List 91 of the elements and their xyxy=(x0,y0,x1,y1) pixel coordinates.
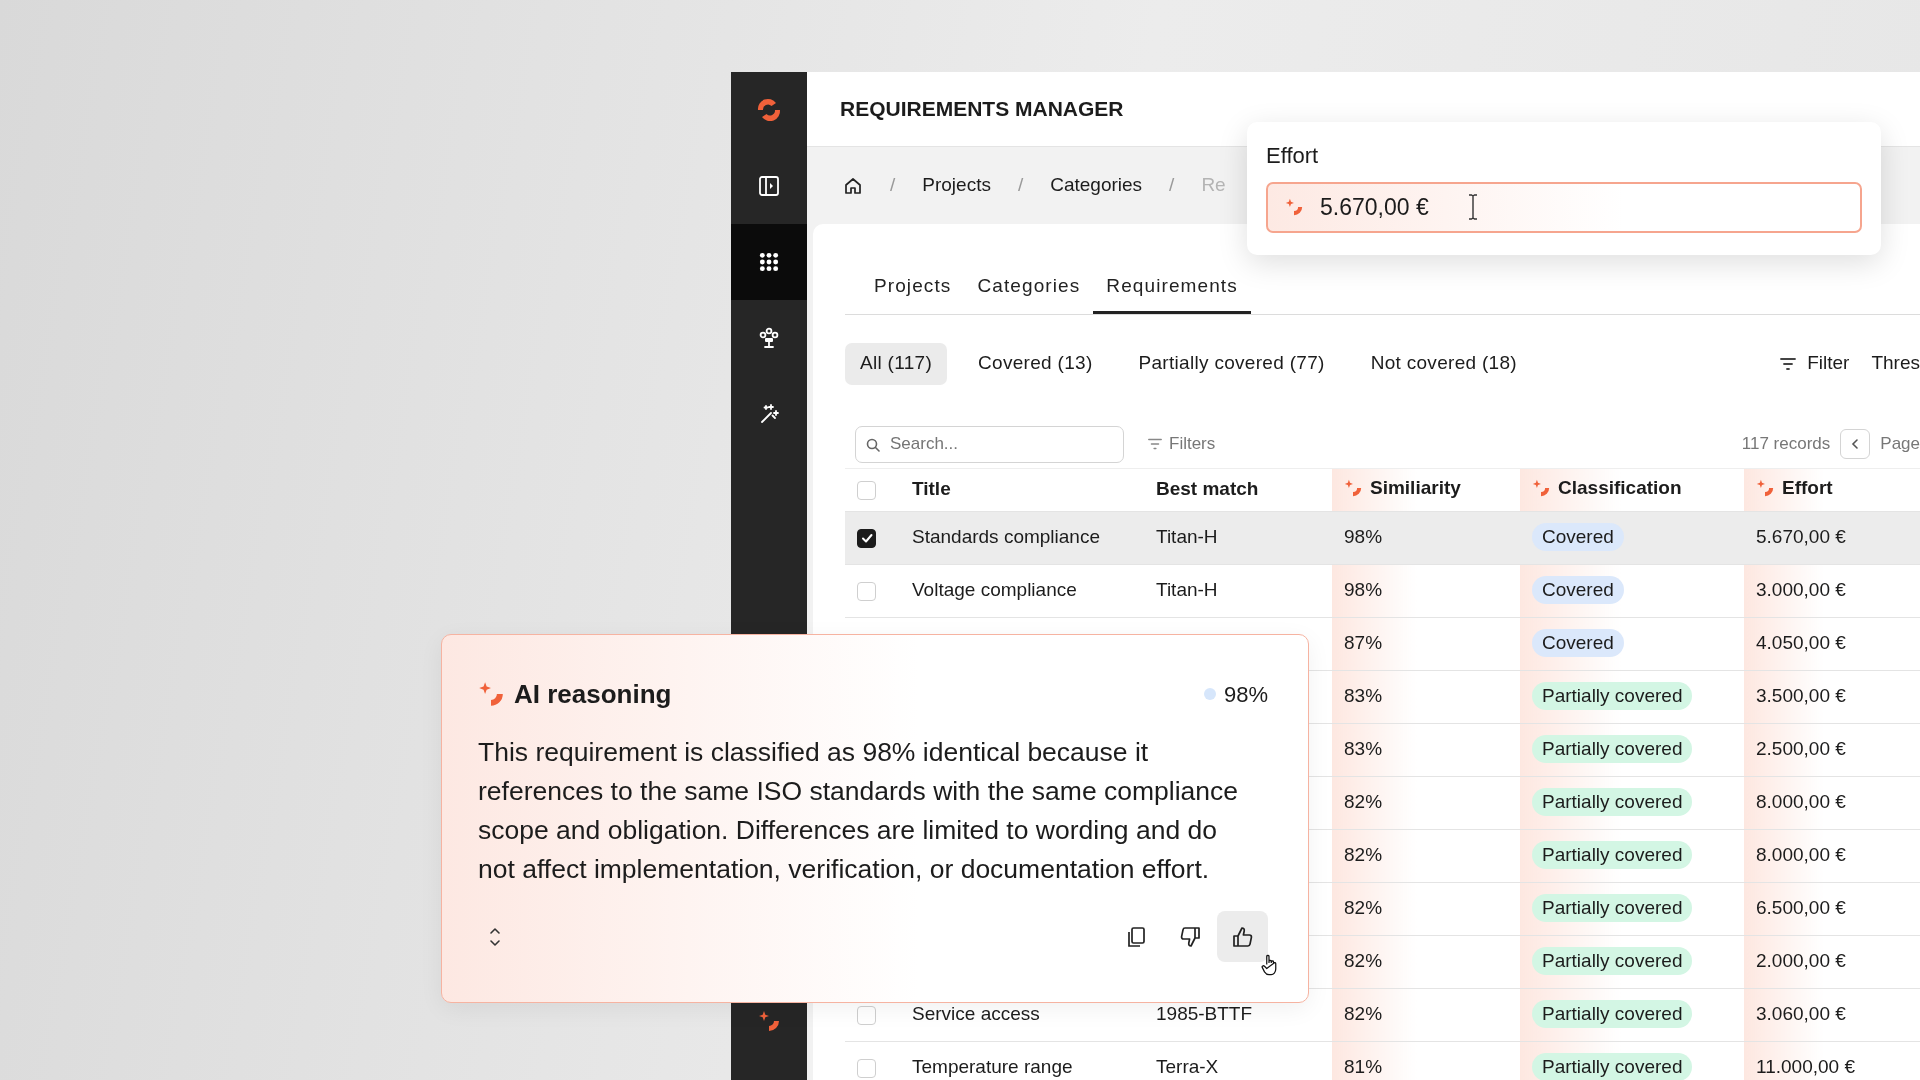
table-cell: 5.670,00 € xyxy=(1756,526,1846,548)
table-cell: 11.000,00 € xyxy=(1756,1056,1855,1078)
breadcrumb-link[interactable]: Categories xyxy=(1050,171,1143,200)
column-header: Similiarity xyxy=(1370,475,1461,500)
status-tag: Partially covered xyxy=(1532,841,1693,870)
filter-pill[interactable]: All (117) xyxy=(845,342,948,385)
checkbox[interactable] xyxy=(857,528,876,548)
table-cell: Service access xyxy=(912,1003,1040,1025)
sidebar-item[interactable] xyxy=(731,224,807,300)
filters-button[interactable]: Filters xyxy=(1141,430,1222,458)
table-cell: 3.500,00 € xyxy=(1756,685,1846,707)
score-value: 98% xyxy=(1223,680,1268,709)
table-cell: 81% xyxy=(1344,1056,1383,1078)
hand-cursor-icon xyxy=(1260,952,1278,976)
table-cell: 8.000,00 € xyxy=(1756,844,1846,866)
filter-pill[interactable]: Partially covered (77) xyxy=(1123,342,1340,385)
network-icon xyxy=(758,327,780,349)
table-cell: Titan-H xyxy=(1156,579,1218,601)
status-tag: Partially covered xyxy=(1532,788,1693,817)
sparkle-icon xyxy=(1285,198,1303,216)
card-title: AI reasoning xyxy=(514,677,672,711)
status-tag: Partially covered xyxy=(1532,682,1693,711)
table-cell: 87% xyxy=(1344,632,1383,654)
breadcrumb-separator: / xyxy=(1017,173,1024,198)
text-cursor-icon xyxy=(1466,194,1480,220)
table-cell: 98% xyxy=(1344,526,1383,548)
panel-icon xyxy=(758,175,780,197)
tab[interactable]: Categories xyxy=(964,264,1094,314)
thumbs-up-icon xyxy=(1230,924,1255,949)
table-cell: 2.500,00 € xyxy=(1756,738,1846,760)
table-cell: 4.050,00 € xyxy=(1756,632,1846,654)
table-cell: 83% xyxy=(1344,685,1383,707)
table-cell: Voltage compliance xyxy=(912,579,1077,601)
sparkle-icon xyxy=(758,1010,780,1032)
reasoning-text: This requirement is classified as 98% identical because it references to the same ISO standards with the same compliance scope and obligation. Differences are limited to wording and do not affect implementation, verification, or documentation effort. xyxy=(478,736,1240,886)
tab[interactable]: Requirements xyxy=(1093,264,1251,314)
search-field[interactable]: Search... xyxy=(855,425,1124,463)
table-cell: Standards compliance xyxy=(912,526,1100,548)
table-cell: Titan-H xyxy=(1156,526,1218,548)
table-cell: 82% xyxy=(1344,897,1383,919)
status-tag: Covered xyxy=(1532,576,1624,605)
threshold-button[interactable]: Thres xyxy=(1871,349,1920,378)
field-label: Effort xyxy=(1266,142,1320,170)
status-tag: Partially covered xyxy=(1532,894,1693,923)
search-icon xyxy=(866,437,880,452)
table-cell: 83% xyxy=(1344,738,1383,760)
breadcrumb-separator: / xyxy=(890,173,896,198)
tab[interactable]: Projects xyxy=(861,264,965,314)
table-cell: 2.000,00 € xyxy=(1756,950,1846,972)
table-cell: 8.000,00 € xyxy=(1756,791,1846,813)
status-tag: Partially covered xyxy=(1532,1000,1693,1029)
table-cell: Temperature range xyxy=(912,1056,1073,1078)
home-link[interactable] xyxy=(843,175,863,196)
column-header: Best match xyxy=(1156,477,1259,502)
table-cell: 6.500,00 € xyxy=(1756,897,1846,919)
chevrons-icon xyxy=(488,926,502,947)
table-cell: 82% xyxy=(1344,844,1383,866)
column-header: Effort xyxy=(1782,475,1833,500)
page-label: Page xyxy=(1880,433,1920,456)
filter-icon xyxy=(1147,436,1163,452)
table-cell: 82% xyxy=(1344,1003,1383,1025)
filter-pill[interactable]: Covered (13) xyxy=(963,342,1108,385)
app-title: REQUIREMENTS MANAGER xyxy=(840,96,1124,123)
like-button[interactable] xyxy=(1217,911,1268,962)
grid-icon xyxy=(759,252,779,272)
table-cell: 82% xyxy=(1344,791,1383,813)
expand-button[interactable] xyxy=(488,926,502,947)
effort-input[interactable]: 5.670,00 € xyxy=(1266,182,1862,233)
breadcrumb-separator: / xyxy=(1169,173,1175,198)
table-cell: 82% xyxy=(1344,950,1383,972)
magic-wand-icon xyxy=(758,403,780,425)
breadcrumb-link[interactable]: Projects xyxy=(922,171,991,200)
column-header: Classification xyxy=(1558,475,1682,500)
status-tag: Covered xyxy=(1532,523,1624,552)
table-cell: 98% xyxy=(1344,579,1383,601)
table-cell: Terra-X xyxy=(1156,1056,1219,1078)
record-count: 117 records xyxy=(1741,433,1831,456)
status-tag: Partially covered xyxy=(1532,1053,1693,1080)
status-tag: Partially covered xyxy=(1532,735,1693,764)
breadcrumb-current: Re xyxy=(1201,173,1226,198)
filter-button[interactable]: Filter xyxy=(1779,349,1850,378)
filter-pill[interactable]: Not covered (18) xyxy=(1355,342,1532,385)
table-cell: 3.060,00 € xyxy=(1756,1003,1846,1025)
table-cell: 3.000,00 € xyxy=(1756,579,1846,601)
table-cell: 1985-BTTF xyxy=(1156,1003,1253,1025)
home-icon xyxy=(843,175,863,196)
status-tag: Partially covered xyxy=(1532,947,1693,976)
sparkle-icon xyxy=(478,681,504,707)
previous-page-button[interactable] xyxy=(1840,429,1871,459)
status-tag: Covered xyxy=(1532,629,1624,658)
column-header: Title xyxy=(912,477,951,502)
